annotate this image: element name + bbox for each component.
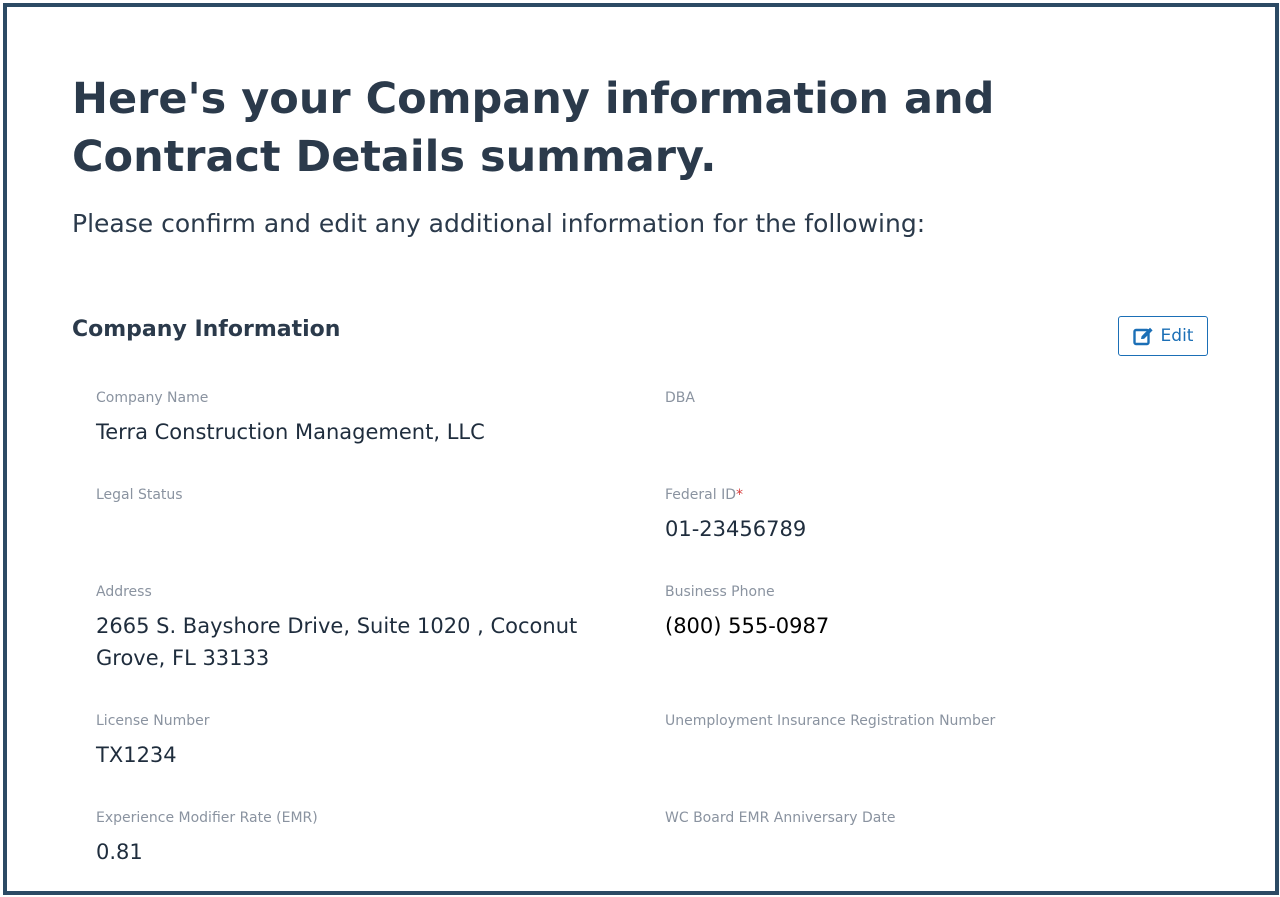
- field-value: Terra Construction Management, LLC: [96, 420, 485, 444]
- field-label: DBA: [665, 390, 695, 406]
- field-label: License Number: [96, 713, 210, 729]
- field-value: TX1234: [96, 743, 177, 767]
- field-dba: DBA: [665, 388, 1205, 416]
- field-business-phone: Business Phone (800) 555-0987: [665, 582, 1205, 642]
- field-label: Company Name: [96, 390, 209, 406]
- edit-button[interactable]: Edit: [1118, 316, 1208, 356]
- required-mark: *: [735, 487, 743, 503]
- field-label-text: Federal ID: [665, 487, 736, 503]
- page-subtitle: Please confirm and edit any additional i…: [72, 209, 926, 238]
- field-company-name: Company Name Terra Construction Manageme…: [96, 388, 636, 448]
- section-title: Company Information: [72, 317, 341, 342]
- field-wc-board-emr-date: WC Board EMR Anniversary Date: [665, 808, 1205, 836]
- field-federal-id: Federal ID* 01-23456789: [665, 485, 1205, 545]
- field-value: (800) 555-0987: [665, 614, 830, 638]
- field-unemployment-insurance: Unemployment Insurance Registration Numb…: [665, 711, 1205, 739]
- page-header: Here's your Company information and Cont…: [72, 70, 1220, 242]
- field-label: Federal ID*: [665, 485, 1205, 505]
- field-value: 01-23456789: [665, 517, 807, 541]
- field-legal-status: Legal Status: [96, 485, 636, 513]
- field-label: Experience Modifier Rate (EMR): [96, 810, 318, 826]
- field-label: Legal Status: [96, 487, 183, 503]
- field-value: 0.81: [96, 840, 143, 864]
- field-value: 2665 S. Bayshore Drive, Suite 1020 , Coc…: [96, 614, 578, 670]
- company-information-header: Company Information Edit: [72, 314, 1208, 358]
- field-label: Unemployment Insurance Registration Numb…: [665, 713, 996, 729]
- field-label: Business Phone: [665, 584, 775, 600]
- field-emr: Experience Modifier Rate (EMR) 0.81: [96, 808, 636, 868]
- field-license-number: License Number TX1234: [96, 711, 636, 771]
- edit-label: Edit: [1160, 326, 1194, 346]
- field-label: Address: [96, 584, 152, 600]
- page-title: Here's your Company information and Cont…: [72, 74, 995, 182]
- field-address: Address 2665 S. Bayshore Drive, Suite 10…: [96, 582, 631, 674]
- edit-icon: [1132, 326, 1155, 346]
- field-label: WC Board EMR Anniversary Date: [665, 810, 896, 826]
